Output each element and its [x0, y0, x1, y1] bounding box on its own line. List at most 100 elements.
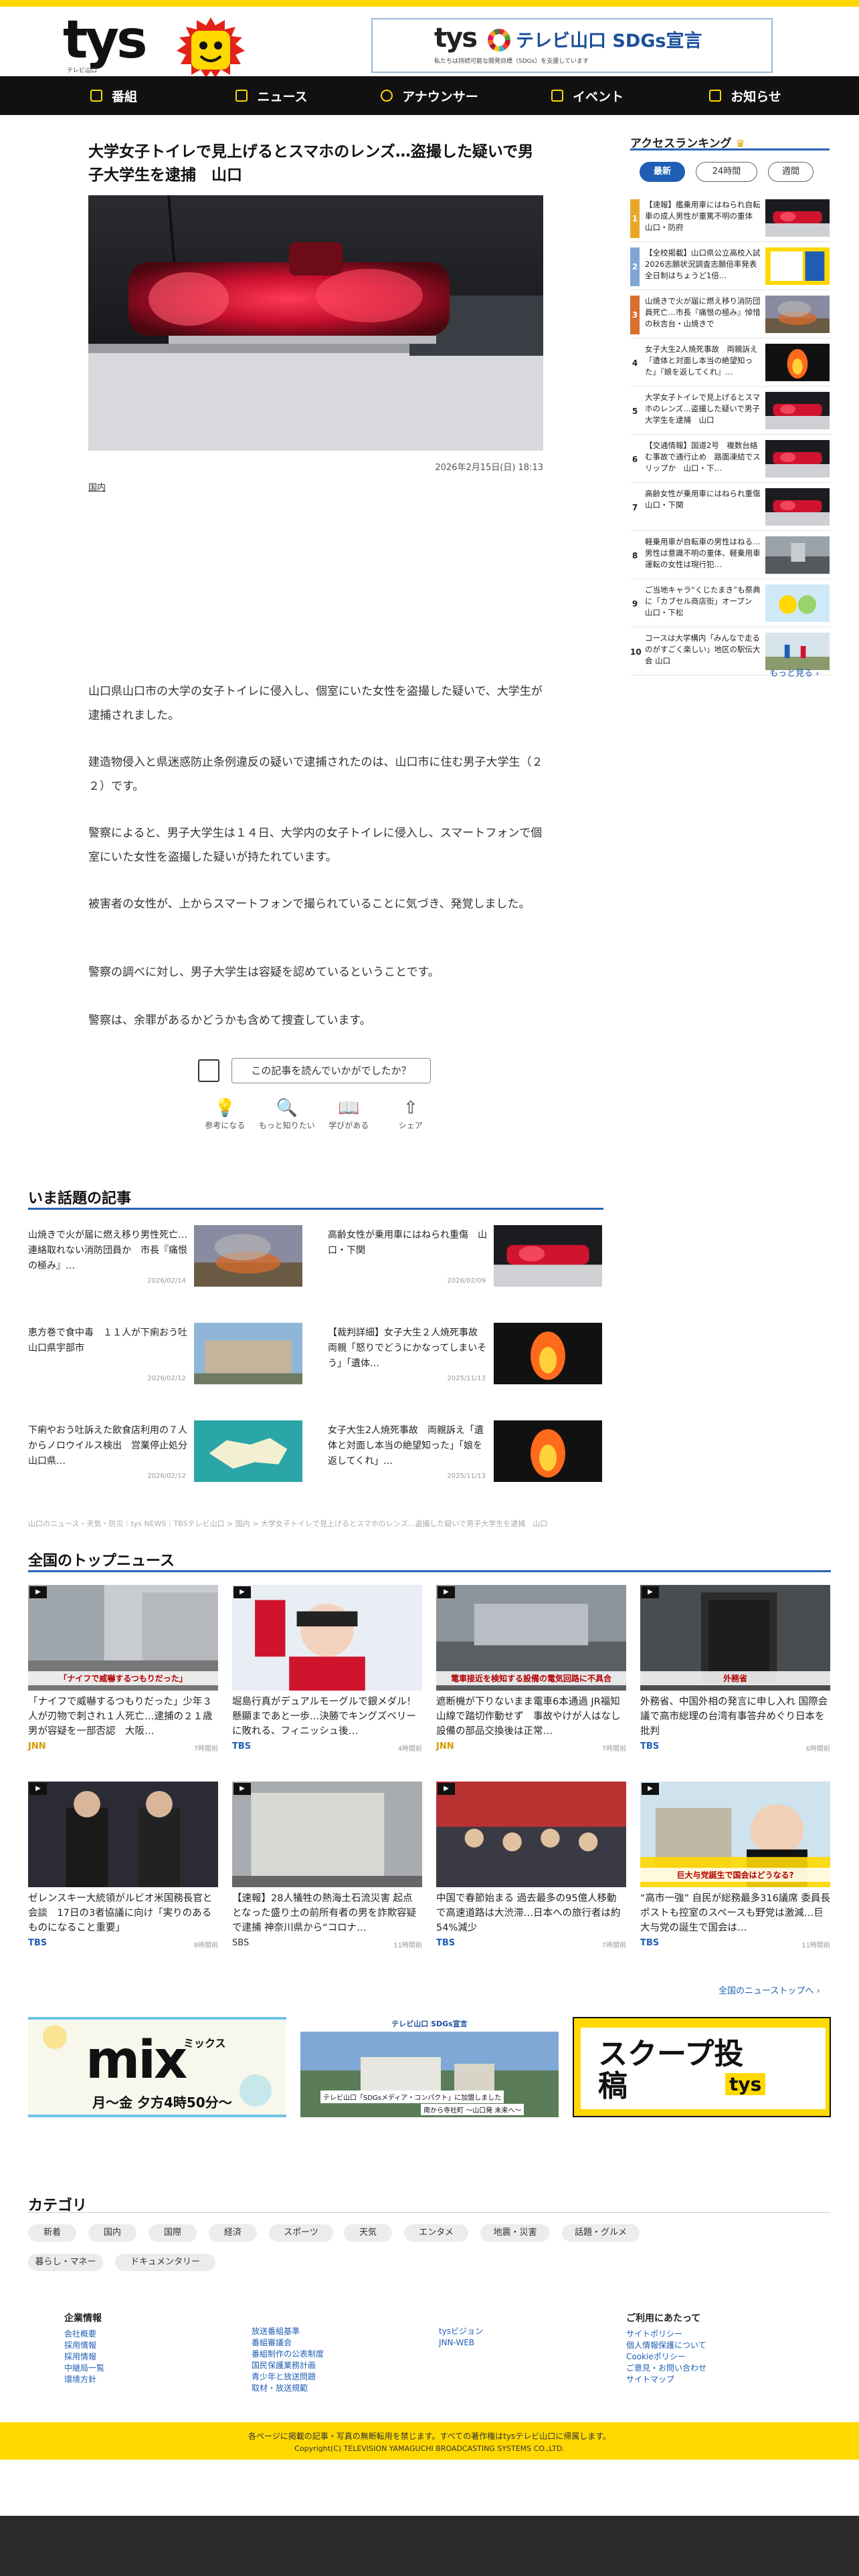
footer-link[interactable]: 番組制作の公表制度: [252, 2349, 324, 2360]
article-paragraph: 警察は、余罪があるかどうかも含めて捜査しています。: [88, 1014, 371, 1027]
category-chip[interactable]: 国内: [88, 2224, 136, 2242]
wadai-thumbnail: [494, 1420, 602, 1482]
topnews-article[interactable]: ▶ 巨大与党誕生で国会はどうなる? “高市一強” 自民が総務最多316議席 委員長ポ…: [640, 1782, 830, 1962]
topnews-article[interactable]: ▶ 中国で春節始まる 過去最多の95億人移動で高速道路は大渋滞…日本への旅行者は約…: [436, 1782, 626, 1962]
footer-link[interactable]: Cookieポリシー: [626, 2351, 706, 2363]
sdgs-banner-heading: テレビ山口 SDGs宣言: [391, 2020, 468, 2028]
ranking-headline: 軽乗用車が自転車の男性はねる…男性は意識不明の重体、軽乗用車運転の女性は現行犯…: [645, 537, 761, 569]
category-chip[interactable]: 新着: [28, 2224, 76, 2242]
footer-head: 企業情報: [64, 2313, 102, 2324]
ranking-item[interactable]: 8 軽乗用車が自転車の男性はねる…男性は意識不明の重体、軽乗用車運転の女性は現行犯…: [630, 531, 831, 579]
wadai-article[interactable]: 女子大生2人焼死事故 両親訴え「遺体と対面し本当の絶望知った」「娘を返してくれ」…: [328, 1420, 603, 1485]
site-logo[interactable]: tys: [63, 14, 148, 66]
category-chip[interactable]: 話題・グルメ: [562, 2224, 640, 2242]
breadcrumb[interactable]: 山口のニュース・天気・防災｜tys NEWS｜TBSテレビ山口 > 国内 > 大…: [28, 1518, 547, 1529]
wadai-title: いま話題の記事: [28, 1190, 132, 1207]
ranking-item[interactable]: 4 女子大生2人焼死事故 両親訴え「遺体と対面し本当の絶望知った」『娘を返してくれ…: [630, 338, 831, 387]
footer-link[interactable]: 国民保護業務計画: [252, 2360, 324, 2371]
footer-link[interactable]: 環境方針: [64, 2374, 104, 2385]
magnifier-icon: 🔍: [276, 1098, 298, 1118]
ranking-number: 6: [632, 455, 638, 464]
footer-link[interactable]: サイトポリシー: [626, 2329, 706, 2340]
sdgs-header-banner[interactable]: tys テレビ山口 SDGs宣言 私たちは持続可能な開発目標（SDGs）を支援し…: [371, 18, 773, 73]
tab-latest[interactable]: 最新: [640, 162, 685, 182]
category-divider: [28, 2212, 831, 2213]
footer-link[interactable]: 番組審議会: [252, 2337, 324, 2349]
footer-link[interactable]: tysビジョン: [439, 2326, 483, 2337]
wadai-article[interactable]: 高齢女性が乗用車にはねられ重傷 山口・下関 2026/02/09: [328, 1225, 603, 1289]
book-icon: 📖: [338, 1098, 360, 1118]
category-chip[interactable]: 国際: [149, 2224, 197, 2242]
wadai-article[interactable]: 恵方巻で食中毒 １１人が下痢おう吐 山口県宇部市 2026/02/12: [28, 1323, 304, 1387]
nav-item-announcers[interactable]: アナウンサー: [351, 76, 508, 115]
footer-link[interactable]: 採用情報: [64, 2340, 104, 2351]
footer-link[interactable]: サイトマップ: [626, 2374, 706, 2385]
tab-24h[interactable]: 24時間: [696, 162, 757, 182]
footer-link[interactable]: 青少年と放送問題: [252, 2371, 324, 2383]
category-chip[interactable]: 天気: [344, 2224, 392, 2242]
nav-item-news[interactable]: ニュース: [193, 76, 351, 115]
ranking-tabs: 最新 24時間 週間: [640, 162, 827, 185]
wadai-article[interactable]: 山焼きで火が届に燃え移り男性死亡…連絡取れない消防団員か 市長『痛恨の極み』… 2…: [28, 1225, 304, 1289]
ranking-thumbnail: [765, 392, 830, 429]
footer-link[interactable]: 中継局一覧: [64, 2363, 104, 2374]
nav-item-notices[interactable]: お知らせ: [666, 76, 824, 115]
topnews-more-link[interactable]: 全国のニューストップへ ›: [719, 1983, 820, 1996]
nav-item-programs[interactable]: 番組: [35, 76, 193, 115]
reaction-learn-button[interactable]: 📖 学びがある: [318, 1097, 380, 1137]
article-category-tag[interactable]: 国内: [88, 480, 106, 493]
sdgs-banner[interactable]: テレビ山口 SDGs宣言 テレビ山口「SDGsメディア・コンパクト」に加盟しまし…: [300, 2017, 559, 2117]
tab-weekly[interactable]: 週間: [768, 162, 814, 182]
topnews-article[interactable]: ▶ 堀島行真がデュアルモーグルで銀メダル！懸顯まであと一歩…決勝でキングズベリーに…: [232, 1585, 422, 1765]
category-chip[interactable]: エンタメ: [404, 2224, 468, 2242]
reaction-share-button[interactable]: ⇧ シェア: [380, 1097, 442, 1137]
footer-link[interactable]: 採用情報: [64, 2351, 104, 2363]
sdgs-wheel-icon: [488, 29, 510, 51]
scoop-banner[interactable]: スクープ投稿 tys: [573, 2017, 831, 2117]
topnews-article[interactable]: ▶ 「ナイフで威嚇するつもりだった」 「ナイフで威嚇するつもりだった」少年３人が刃物…: [28, 1585, 218, 1765]
topnews-article[interactable]: ▶ 電車接近を検知する設備の電気回路に不具合 遮断機が下りないまま電車6本通過 JR…: [436, 1585, 626, 1765]
ranking-item[interactable]: 5 大学女子トイレで見上げるとスマホのレンズ…盗撮した疑いで男子大学生を逮捕 山口: [630, 387, 831, 435]
ranking-item[interactable]: 6 【交通情報】国道2号 複数台絡む事故で通行止め 路面凍結でスリップか 山口・下…: [630, 435, 831, 483]
copyright-notice: 各ページに掲載の記事・写真の無断転用を禁じます。すべての著作権はtysテレビ山口…: [248, 2432, 611, 2441]
wadai-date: 2025/11/13: [447, 1473, 486, 1480]
nav-item-events[interactable]: イベント: [508, 76, 666, 115]
footer-link[interactable]: 放送番組基準: [252, 2326, 324, 2337]
mix-program-banner[interactable]: mix ミックス 月〜金 夕方4時50分〜: [28, 2017, 286, 2117]
ranking-item[interactable]: 2 【全校掲載】山口県公立高校入試2026志願状況調査志願倍率発表 全日制はちょう…: [630, 242, 831, 290]
ranking-item[interactable]: 7 高齢女性が乗用車にはねられ重傷 山口・下関: [630, 483, 831, 531]
category-chip[interactable]: ドキュメンタリー: [115, 2254, 215, 2271]
bulb-icon: 💡: [214, 1098, 236, 1118]
ranking-item[interactable]: 1 【速報】艦乗用車にはねられ自転車の成人男性が重篤不明の重体 山口・防府: [630, 194, 831, 242]
reaction-more-button[interactable]: 🔍 もっと知りたい: [256, 1097, 318, 1137]
wadai-article[interactable]: 下痢やおう吐訴えた飲食店利用の７人からノロウイルス検出 営業停止処分 山口県… 2…: [28, 1420, 304, 1485]
topnews-headline: 「ナイフで威嚇するつもりだった」少年３人が刃物で刺され１人死亡…逮捕の２１歳男が…: [28, 1697, 213, 1737]
category-chip[interactable]: 地震・災害: [480, 2224, 550, 2242]
topnews-article[interactable]: ▶ 【速報】28人犠牲の熱海土石流災害 起点となった盛り土の前所有者の男を詐欺容疑…: [232, 1782, 422, 1962]
topnews-article[interactable]: ▶ ゼレンスキー大統領がルビオ米国務長官と会談 17日の3者協議に向け「実りのある…: [28, 1782, 218, 1962]
copyright-text: Copyright(C) TELEVISION YAMAGUCHI BROADC…: [294, 2444, 565, 2453]
topnews-headline: 遮断機が下りないまま電車6本通過 JR福知山線で踏切作動せず 事故やけが人はなし…: [436, 1697, 626, 1737]
category-chip[interactable]: 暮らし・マネー: [28, 2254, 103, 2271]
ranking-number: 1: [630, 199, 640, 238]
wadai-headline: 高齢女性が乗用車にはねられ重傷 山口・下関: [328, 1230, 487, 1256]
footer-link[interactable]: ご意見・お問い合わせ: [626, 2363, 706, 2374]
topnews-source: JNN: [436, 1741, 454, 1751]
category-chip[interactable]: 経済: [209, 2224, 257, 2242]
footer-link[interactable]: 個人情報保護について: [626, 2340, 706, 2351]
wadai-article[interactable]: 【裁判詳細】女子大生２人焼死事故 両親「怒りでどうにかなってしまいそう」「遺体……: [328, 1323, 603, 1387]
footer-link[interactable]: 取材・放送規範: [252, 2383, 324, 2394]
topnews-thumb-caption: 巨大与党誕生で国会はどうなる?: [640, 1868, 830, 1882]
category-chip[interactable]: スポーツ: [269, 2224, 333, 2242]
ranking-item[interactable]: 9 ご当地キャラ“くじたまき”も祭典に「カブセル商店街」オープン 山口・下松: [630, 579, 831, 627]
reaction-helpful-button[interactable]: 💡 参考になる: [194, 1097, 256, 1137]
mascot-logo[interactable]: [169, 17, 253, 78]
ranking-headline: 高齢女性が乗用車にはねられ重傷 山口・下関: [645, 489, 763, 510]
ranking-more-link[interactable]: もっと見る ›: [769, 666, 819, 679]
sdgs-banner-title: テレビ山口 SDGs宣言: [516, 31, 702, 51]
ranking-item[interactable]: 3 山焼きで火が届に燃え移り消防団員死亡…市長『痛恨の極み』悼惜の秋吉台・山焼きで: [630, 290, 831, 338]
footer-link[interactable]: JNN-WEB: [439, 2337, 483, 2349]
topnews-headline: “高市一強” 自民が総務最多316議席 委員長ポストも控室のスペースも野党は激減…: [640, 1893, 830, 1933]
footer-link[interactable]: 会社概要: [64, 2329, 104, 2340]
topnews-article[interactable]: ▶ 外務省 外務省、中国外相の発言に申し入れ 国際会議で高市総理の台湾有事答弁めぐり…: [640, 1585, 830, 1765]
